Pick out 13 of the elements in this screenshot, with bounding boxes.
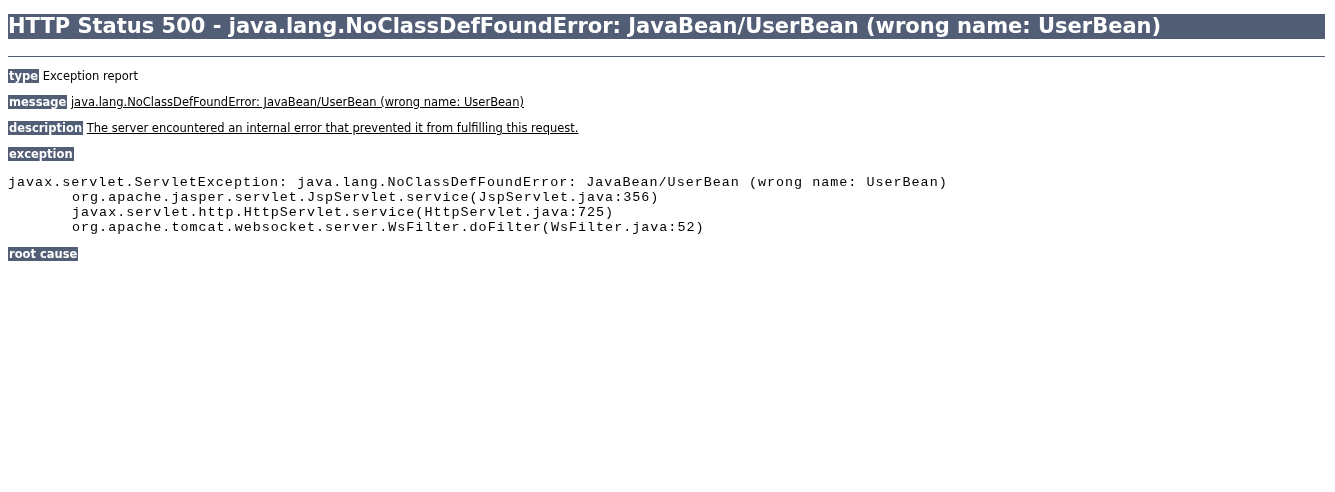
section-label: exception [8,147,74,161]
field-label: type [8,69,40,83]
field-value: The server encountered an internal error that prevented it from fulfilling this request. [86,121,579,135]
stack-trace-line: javax.servlet.ServletException: java.lang.NoClassDefFoundError: JavaBean/UserBean (wrong name: UserBean) [8,175,949,190]
field-value: java.lang.NoClassDefFoundError: JavaBean/UserBean (wrong name: UserBean) [70,95,524,109]
page-title: HTTP Status 500 - java.lang.NoClassDefFoundError: JavaBean/UserBean (wrong name: UserBean) [8,14,1325,39]
section-label: root cause [8,247,79,261]
stack-trace-line: org.apache.tomcat.websocket.server.WsFilter.doFilter(WsFilter.java:52) [71,220,706,235]
stack-trace-line: org.apache.jasper.servlet.JspServlet.service(JspServlet.java:356) [71,190,661,205]
field-value: Exception report [42,69,139,83]
field-label: description [8,121,84,135]
stack-trace-line: javax.servlet.http.HttpServlet.service(HttpServlet.java:725) [71,205,616,220]
field-label: message [8,95,68,109]
